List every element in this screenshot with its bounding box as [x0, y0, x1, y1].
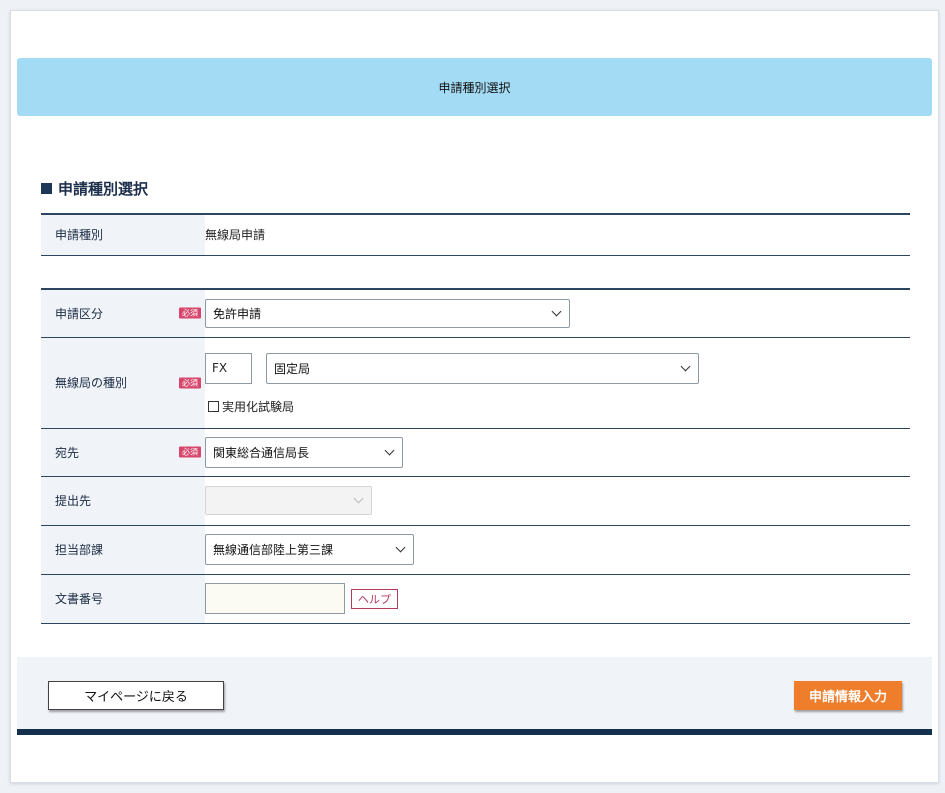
chevron-down-icon	[395, 542, 406, 553]
section-title: 申請種別選択	[41, 178, 148, 199]
application-category-select[interactable]: 免許申請	[205, 298, 570, 328]
destination-select[interactable]: 関東総合通信局長	[205, 436, 403, 468]
main-card: 申請種別選択 申請種別選択 申請種別 無線局申請 申請区分 必須 免許申請 無線…	[10, 10, 939, 783]
section-title-text: 申請種別選択	[58, 180, 149, 198]
department-select[interactable]: 無線通信部陸上第三課	[205, 534, 414, 565]
application-form-table: 申請区分 必須 免許申請 無線局の種別 必須 FX 固定局 実用化試験局 宛先 …	[41, 288, 910, 624]
required-badge: 必須	[179, 307, 201, 319]
chevron-down-icon	[353, 493, 364, 504]
document-number-label: 文書番号	[55, 592, 104, 606]
footer-bar: マイページに戻る 申請情報入力	[17, 657, 932, 735]
document-number-input[interactable]	[205, 583, 345, 614]
station-code-field[interactable]: FX	[205, 352, 252, 384]
footer-divider	[17, 729, 932, 735]
experimental-station-label: 実用化試験局	[222, 399, 295, 414]
station-code-value: FX	[212, 361, 228, 375]
required-badge: 必須	[179, 377, 201, 388]
submit-to-label: 提出先	[55, 494, 92, 508]
value-cell: 無線局申請	[205, 213, 910, 256]
row-document-number: 文書番号 ヘルプ	[41, 574, 910, 624]
banner-title: 申請種別選択	[438, 80, 511, 95]
station-type-select[interactable]: 固定局	[266, 352, 699, 384]
station-type-selected: 固定局	[274, 361, 311, 376]
required-badge: 必須	[179, 446, 201, 458]
application-type-value: 無線局申請	[205, 228, 266, 243]
row-submit-to: 提出先	[41, 476, 910, 526]
row-station-type: 無線局の種別 必須 FX 固定局 実用化試験局	[41, 337, 910, 429]
help-button[interactable]: ヘルプ	[351, 588, 398, 609]
row-application-category: 申請区分 必須 免許申請	[41, 288, 910, 338]
page-banner: 申請種別選択	[17, 58, 932, 116]
submit-to-select[interactable]	[205, 486, 372, 515]
chevron-down-icon	[680, 361, 691, 371]
enter-application-info-button[interactable]: 申請情報入力	[794, 681, 902, 710]
application-category-label: 申請区分	[55, 306, 104, 321]
row-department: 担当部課 無線通信部陸上第三課	[41, 525, 910, 575]
application-type-table: 申請種別 無線局申請	[41, 213, 910, 256]
destination-selected: 関東総合通信局長	[213, 445, 310, 460]
back-to-mypage-button[interactable]: マイページに戻る	[48, 681, 224, 710]
application-category-selected: 免許申請	[213, 306, 262, 321]
row-destination: 宛先 必須 関東総合通信局長	[41, 428, 910, 477]
label-cell: 申請種別	[41, 213, 205, 256]
chevron-down-icon	[551, 306, 562, 317]
destination-label: 宛先	[55, 445, 80, 460]
experimental-station-checkbox[interactable]	[208, 400, 219, 412]
application-type-label: 申請種別	[55, 228, 104, 243]
department-selected: 無線通信部陸上第三課	[213, 543, 334, 557]
row-application-type: 申請種別 無線局申請	[41, 213, 910, 256]
square-bullet-icon	[41, 183, 52, 194]
chevron-down-icon	[384, 445, 395, 455]
station-type-label: 無線局の種別	[55, 376, 128, 390]
department-label: 担当部課	[55, 543, 104, 557]
